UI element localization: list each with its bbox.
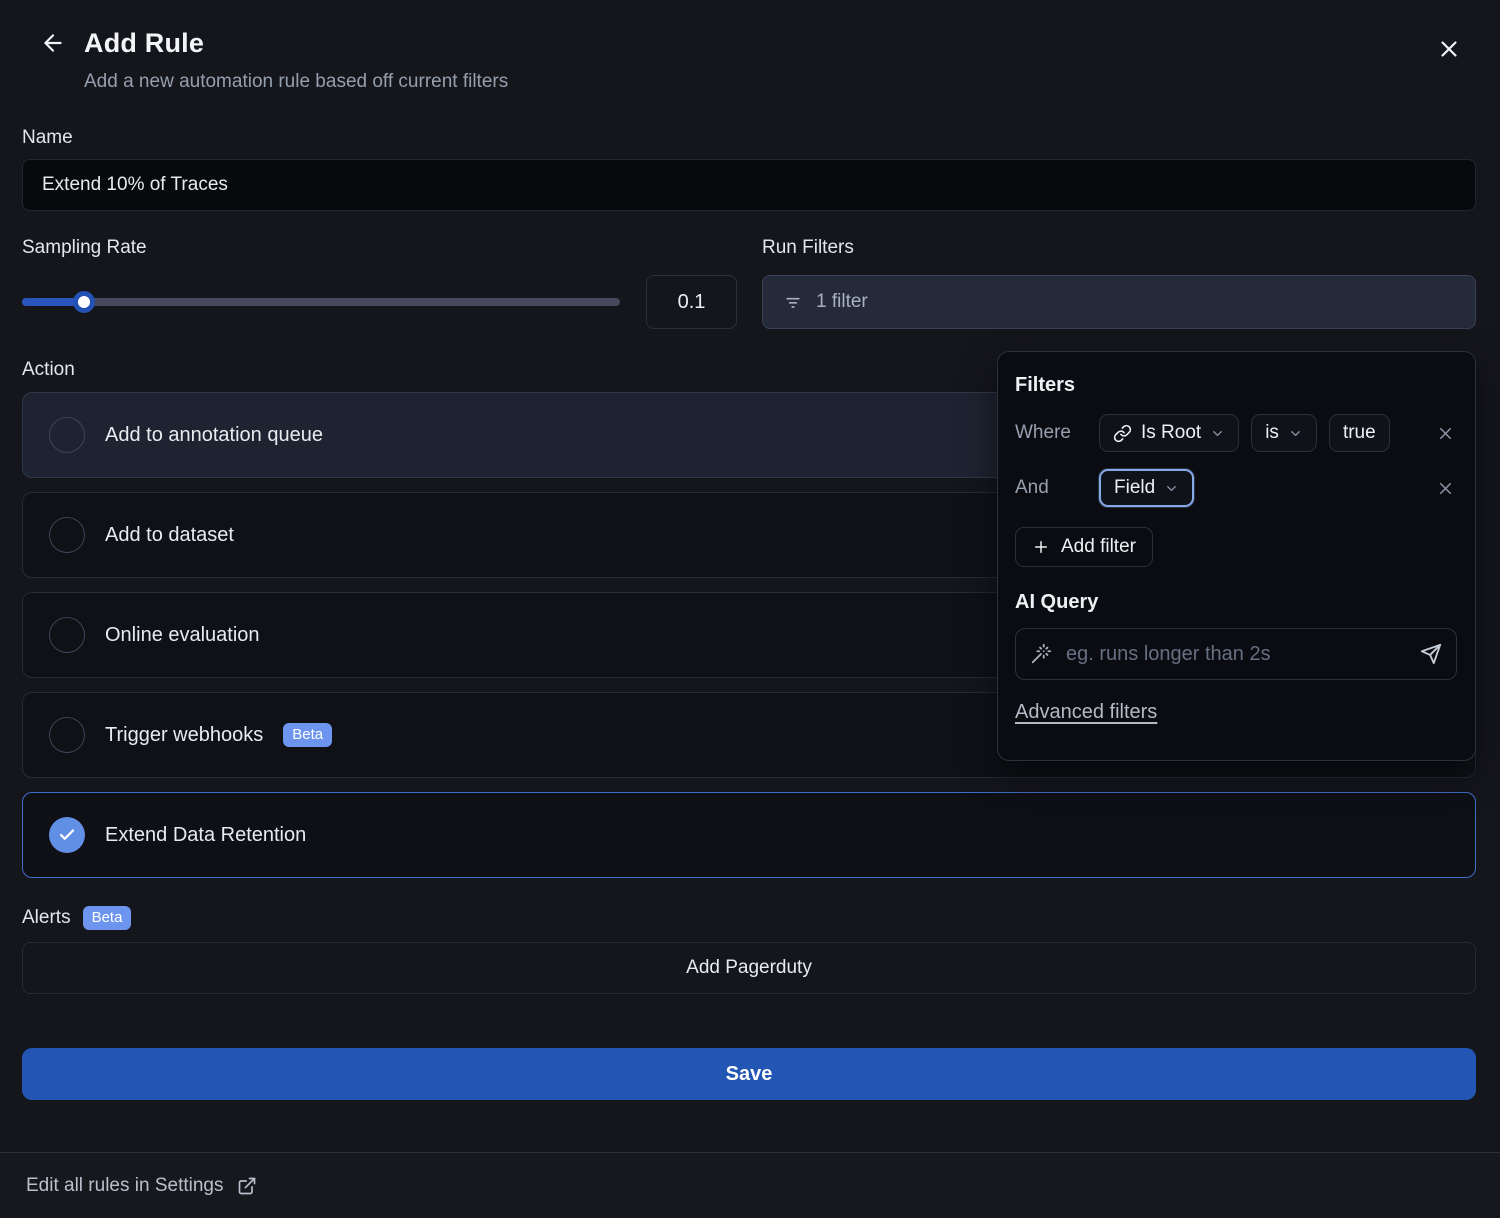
sampling-rate-label: Sampling Rate [22, 237, 737, 259]
filter-row-prefix: And [1015, 477, 1087, 499]
action-option-label: Extend Data Retention [105, 824, 306, 847]
name-input[interactable] [22, 159, 1476, 211]
filter-field-dropdown-focused[interactable]: Field [1099, 469, 1194, 507]
chevron-down-icon [1288, 426, 1303, 441]
radio-unchecked-icon[interactable] [49, 717, 85, 753]
ai-query-input[interactable] [1066, 643, 1406, 666]
magic-wand-icon [1030, 643, 1052, 665]
filter-field-dropdown[interactable]: Is Root [1099, 414, 1239, 452]
add-filter-button[interactable]: Add filter [1015, 527, 1153, 567]
slider-thumb[interactable] [73, 291, 95, 313]
action-option-extend-data-retention[interactable]: Extend Data Retention [22, 792, 1476, 878]
add-filter-label: Add filter [1061, 536, 1136, 558]
slider-track [22, 298, 620, 306]
filter-row-and: And Field [1015, 469, 1455, 507]
remove-filter-icon[interactable] [1436, 479, 1455, 498]
send-icon[interactable] [1420, 643, 1442, 665]
edit-rules-label: Edit all rules in Settings [26, 1175, 224, 1197]
name-label: Name [22, 127, 1476, 149]
run-filters-section: Run Filters 1 filter [762, 237, 1476, 329]
run-filters-button[interactable]: 1 filter [762, 275, 1476, 329]
modal-footer: Edit all rules in Settings [0, 1152, 1500, 1218]
action-option-label: Trigger webhooks [105, 724, 263, 747]
action-option-label: Online evaluation [105, 624, 260, 647]
filter-row-where: Where Is Root is true [1015, 414, 1455, 452]
beta-badge: Beta [83, 906, 132, 930]
filters-popover: Filters Where Is Root is true And Fi [997, 351, 1476, 761]
sampling-rate-slider[interactable] [22, 275, 620, 329]
save-button[interactable]: Save [22, 1048, 1476, 1100]
action-option-label: Add to annotation queue [105, 424, 323, 447]
sampling-rate-section: Sampling Rate 0.1 [22, 237, 737, 329]
alerts-section: Alerts Beta Add Pagerduty [22, 906, 1476, 994]
edit-rules-link[interactable]: Edit all rules in Settings [26, 1175, 257, 1197]
chevron-down-icon [1164, 481, 1179, 496]
run-filters-button-label: 1 filter [816, 291, 868, 313]
radio-unchecked-icon[interactable] [49, 517, 85, 553]
remove-filter-icon[interactable] [1436, 424, 1455, 443]
alerts-label: Alerts [22, 907, 71, 929]
page-subtitle: Add a new automation rule based off curr… [84, 71, 508, 93]
save-button-label: Save [726, 1063, 773, 1085]
advanced-filters-link[interactable]: Advanced filters [1015, 701, 1157, 724]
chevron-down-icon [1210, 426, 1225, 441]
radio-checked-icon[interactable] [49, 817, 85, 853]
link-icon [1113, 424, 1132, 443]
filter-row-prefix: Where [1015, 422, 1087, 444]
plus-icon [1032, 538, 1050, 556]
back-arrow-icon[interactable] [22, 28, 66, 56]
add-pagerduty-label: Add Pagerduty [686, 957, 812, 979]
add-pagerduty-button[interactable]: Add Pagerduty [22, 942, 1476, 994]
external-link-icon [237, 1176, 257, 1196]
filter-value-button[interactable]: true [1329, 414, 1390, 452]
filter-operator-value: is [1265, 422, 1279, 444]
radio-unchecked-icon[interactable] [49, 417, 85, 453]
filter-field-value: Is Root [1141, 422, 1201, 444]
filter-lines-icon [783, 292, 803, 312]
ai-query-input-wrap [1015, 628, 1457, 680]
filter-value: true [1343, 422, 1376, 444]
page-title: Add Rule [84, 28, 508, 59]
filter-operator-dropdown[interactable]: is [1251, 414, 1317, 452]
filter-field-value: Field [1114, 477, 1155, 499]
action-option-label: Add to dataset [105, 524, 234, 547]
sampling-rate-value: 0.1 [646, 275, 737, 329]
ai-query-label: AI Query [1015, 591, 1455, 614]
run-filters-label: Run Filters [762, 237, 1476, 259]
modal-header: Add Rule Add a new automation rule based… [22, 28, 1476, 93]
close-icon[interactable] [1436, 36, 1462, 62]
beta-badge: Beta [283, 723, 332, 747]
filters-popover-title: Filters [1015, 374, 1455, 397]
name-section: Name [22, 127, 1476, 211]
radio-unchecked-icon[interactable] [49, 617, 85, 653]
